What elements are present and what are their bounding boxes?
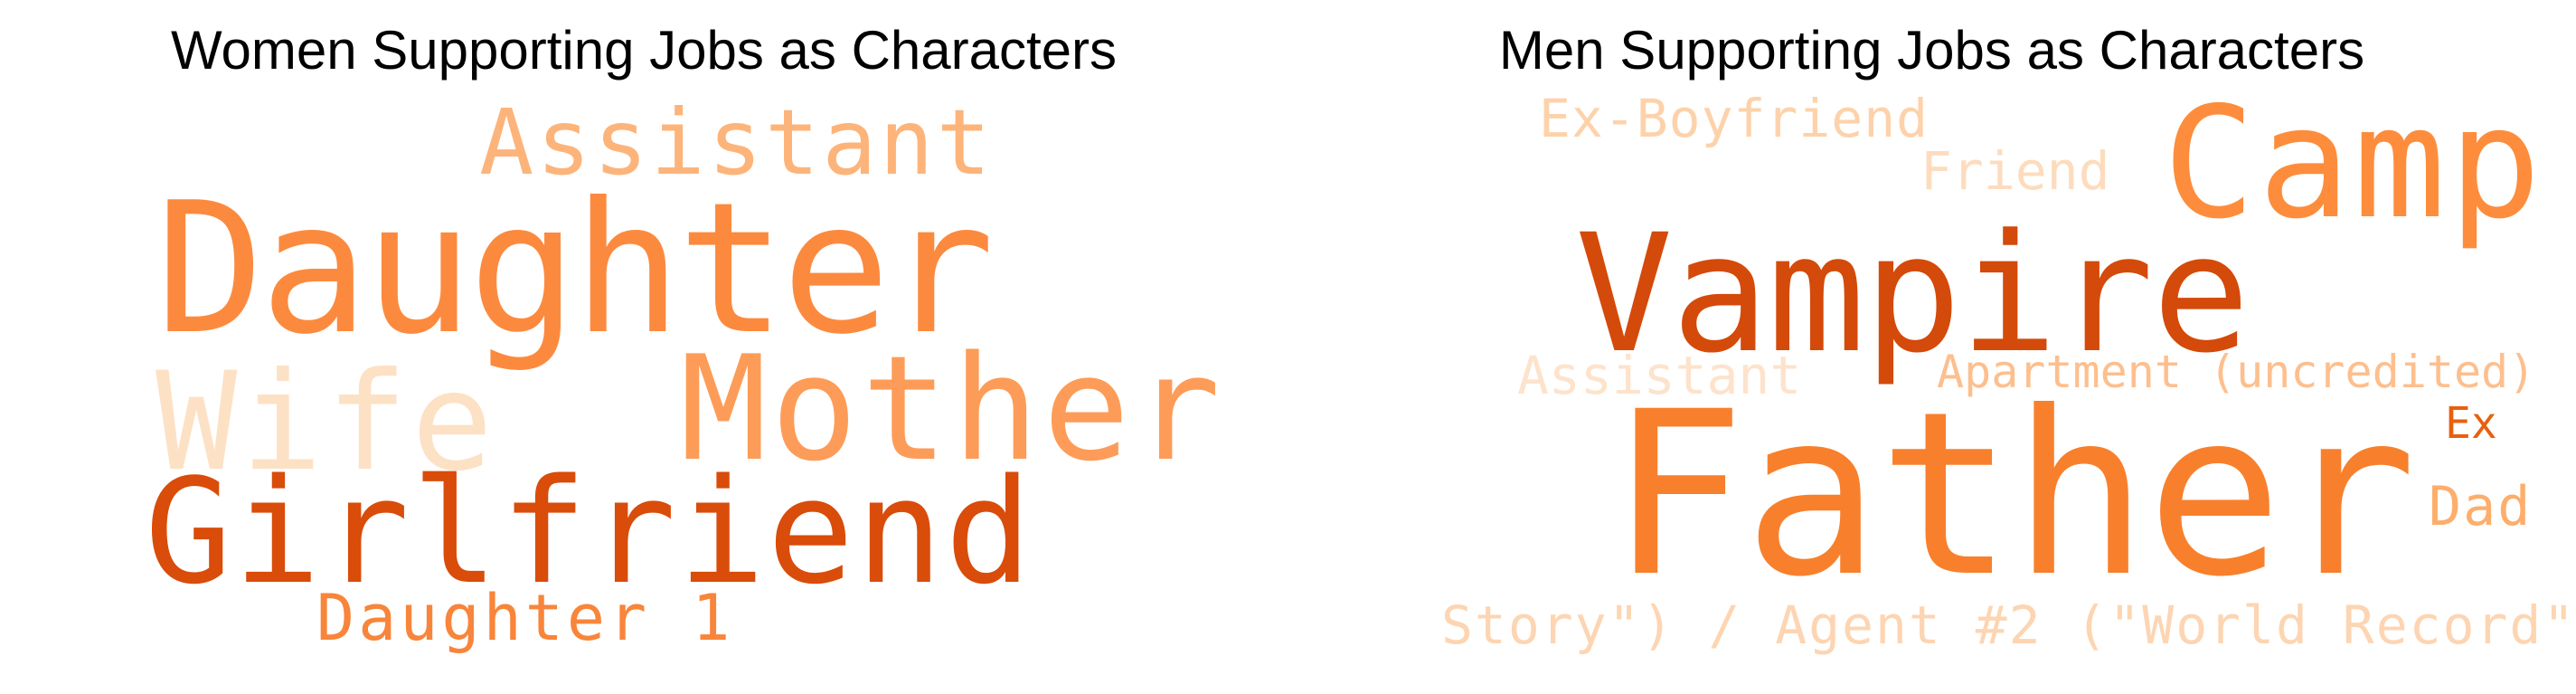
word-ex-boyfriend: Ex-Boyfriend bbox=[1539, 88, 1930, 149]
word-friend: Friend bbox=[1920, 140, 2110, 202]
word-dad: Dad bbox=[2429, 475, 2533, 538]
word-daughter-1: Daughter 1 bbox=[316, 581, 734, 655]
women-cloud-title: Women Supporting Jobs as Characters bbox=[170, 20, 1118, 81]
women-word-cloud-panel: Women Supporting Jobs as Characters Assi… bbox=[0, 0, 1288, 694]
word-story-agent-2: Story") / Agent #2 ("World Record") bbox=[1441, 594, 2576, 656]
men-word-cloud-panel: Men Supporting Jobs as Characters Ex-Boy… bbox=[1288, 0, 2576, 694]
word-ex: Ex bbox=[2445, 398, 2497, 449]
word-father: Father bbox=[1609, 363, 2417, 626]
